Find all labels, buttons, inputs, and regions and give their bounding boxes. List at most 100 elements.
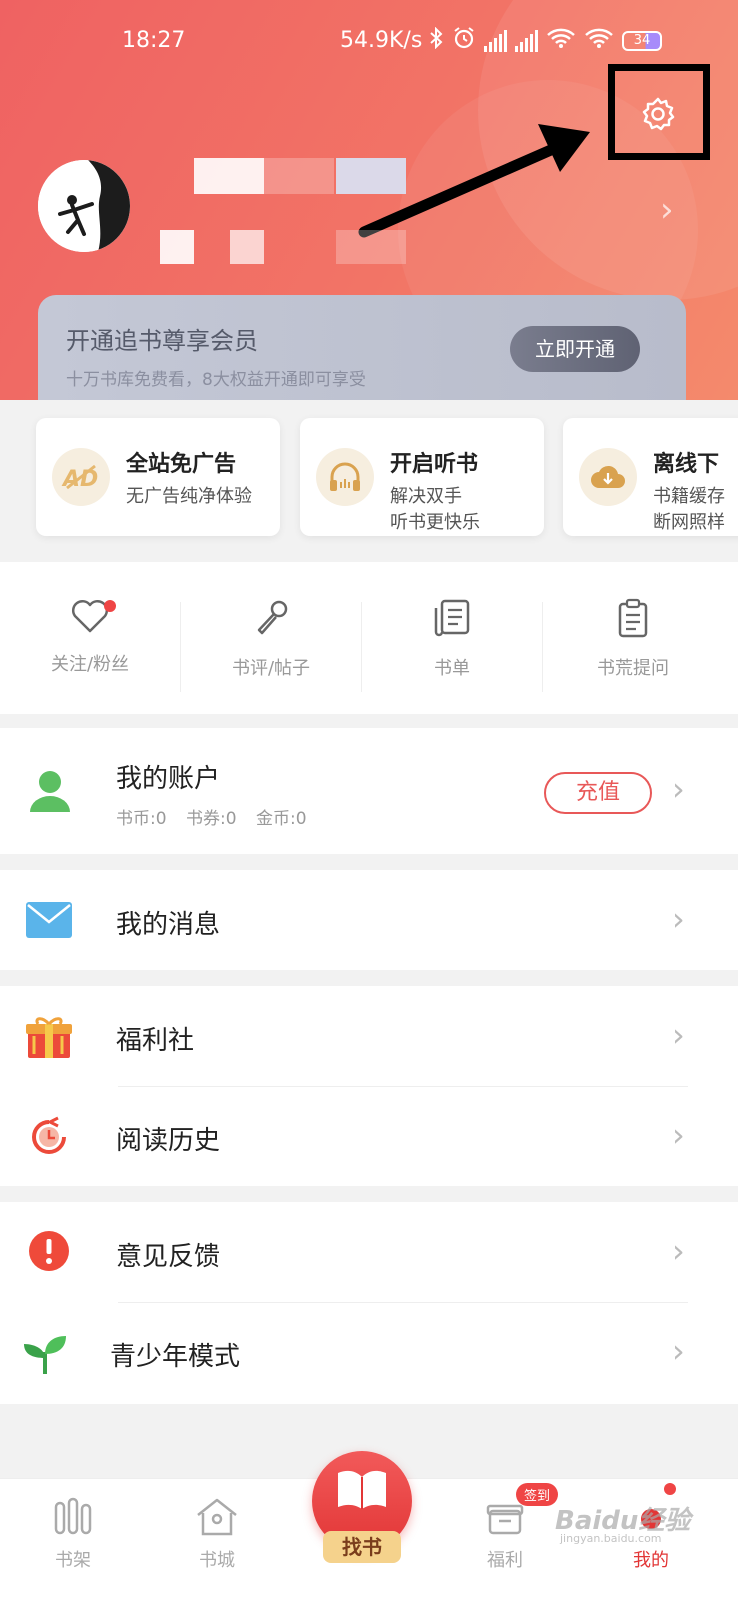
clipboard-icon — [613, 598, 653, 642]
avatar[interactable] — [38, 160, 130, 252]
signal-icon — [515, 30, 538, 52]
feature-desc-line: 断网照样 — [653, 512, 725, 533]
status-bar: 18:27 54.9K/s 34 — [0, 20, 738, 64]
tab-bookstore[interactable]: 书城 — [172, 1497, 262, 1572]
quick-link-booklist[interactable]: 书单 — [362, 598, 542, 680]
chevron-right-icon: › — [672, 770, 685, 808]
history-row[interactable]: 阅读历史 › — [0, 1086, 738, 1186]
quick-link-label: 书单 — [434, 658, 470, 679]
status-icons: 34 — [428, 26, 662, 56]
account-coins: 书币:0 — [116, 809, 167, 829]
quick-link-reviews[interactable]: 书评/帖子 — [181, 598, 361, 680]
ad-free-icon: AD — [52, 448, 110, 506]
username-blurred — [264, 158, 334, 194]
tab-label: 我的 — [633, 1550, 669, 1571]
teen-mode-row[interactable]: 青少年模式 › — [0, 1302, 738, 1402]
battery-indicator: 34 — [622, 31, 662, 51]
account-gold: 金币:0 — [256, 809, 307, 829]
quick-link-label: 关注/粉丝 — [50, 654, 130, 675]
feature-title: 全站免广告 — [126, 452, 237, 477]
alarm-icon — [452, 26, 476, 56]
heart-icon — [70, 600, 110, 638]
baidu-watermark-url: jingyan.baidu.com — [560, 1532, 662, 1545]
headphones-icon — [316, 448, 374, 506]
welfare-history-card: 福利社 › 阅读历史 › — [0, 986, 738, 1186]
home-icon — [194, 1498, 240, 1542]
sign-in-badge: 签到 — [516, 1483, 559, 1506]
chevron-right-icon: › — [672, 1016, 685, 1054]
user-info-blurred — [230, 230, 264, 264]
quick-link-label: 书评/帖子 — [231, 658, 311, 679]
vip-title: 开通追书尊享会员 — [66, 327, 258, 355]
feature-desc-line: 听书更快乐 — [390, 512, 480, 533]
feedback-teen-card: 意见反馈 › 青少年模式 › — [0, 1202, 738, 1404]
signal-icon — [484, 30, 507, 52]
tab-label: 福利 — [487, 1550, 523, 1571]
feature-desc: 书籍缓存 断网照样 — [653, 484, 725, 536]
status-time: 18:27 — [122, 28, 186, 53]
history-clock-icon — [28, 1116, 70, 1162]
menu-label: 福利社 — [116, 1026, 195, 1056]
bookshelf-icon — [52, 1497, 94, 1542]
user-info-blurred — [160, 230, 194, 264]
feature-desc-line: 解决双手 — [390, 486, 462, 507]
account-title: 我的账户 — [116, 764, 221, 794]
menu-label: 意见反馈 — [116, 1242, 221, 1272]
messages-row[interactable]: 我的消息 › — [0, 870, 738, 970]
user-icon — [28, 768, 72, 816]
quick-link-follow[interactable]: 关注/粉丝 — [0, 598, 180, 676]
account-vouchers: 书券:0 — [186, 809, 237, 829]
book-list-icon — [432, 599, 472, 642]
network-speed: 54.9K/s — [340, 28, 423, 53]
feature-desc-line: 书籍缓存 — [653, 486, 725, 507]
gift-icon — [485, 1504, 525, 1542]
user-info-blurred — [336, 230, 406, 264]
mail-icon — [26, 902, 72, 942]
username-blurred — [194, 158, 264, 194]
account-card[interactable]: 我的账户 书币:0 书券:0 金币:0 充值 › — [0, 728, 738, 854]
tab-label: 书架 — [55, 1550, 91, 1571]
feature-card-offline[interactable]: 离线下 书籍缓存 断网照样 — [563, 418, 738, 536]
feature-card-audiobook[interactable]: 开启听书 解决双手 听书更快乐 — [300, 418, 544, 536]
quick-link-label: 书荒提问 — [597, 658, 669, 679]
menu-label: 阅读历史 — [116, 1126, 221, 1156]
quick-links: 关注/粉丝 书评/帖子 书单 书荒提问 — [0, 562, 738, 714]
notification-dot — [104, 600, 116, 612]
microphone-icon — [251, 600, 291, 642]
feature-title: 开启听书 — [390, 452, 479, 477]
chevron-right-icon: › — [672, 1232, 685, 1270]
quick-link-ask[interactable]: 书荒提问 — [543, 598, 723, 680]
chevron-right-icon: › — [672, 1116, 685, 1154]
cloud-download-icon — [579, 448, 637, 506]
feedback-row[interactable]: 意见反馈 › — [0, 1202, 738, 1302]
tab-bookshelf[interactable]: 书架 — [28, 1497, 118, 1572]
feature-desc: 无广告纯净体验 — [126, 486, 252, 507]
notification-dot — [664, 1483, 676, 1495]
menu-label: 青少年模式 — [110, 1342, 241, 1372]
settings-gear-icon[interactable] — [640, 96, 676, 132]
wifi-icon — [584, 27, 614, 55]
profile-chevron-icon[interactable]: › — [660, 190, 674, 230]
alert-icon — [28, 1230, 70, 1276]
open-book-icon — [338, 1470, 386, 1509]
find-book-label: 找书 — [323, 1531, 401, 1563]
tab-welfare[interactable]: 福利 — [460, 1497, 550, 1572]
feature-cards: AD 全站免广告 无广告纯净体验 开启听书 解决双手 听书更快乐 离线下 书籍缓… — [0, 400, 738, 546]
vip-open-button[interactable]: 立即开通 — [510, 326, 640, 372]
feature-card-ad-free[interactable]: AD 全站免广告 无广告纯净体验 — [36, 418, 280, 536]
username-blurred — [336, 158, 406, 194]
vip-banner[interactable]: 开通追书尊享会员 十万书库免费看，8大权益开通即可享受 立即开通 — [38, 295, 686, 400]
vip-subtitle: 十万书库免费看，8大权益开通即可享受 — [66, 370, 366, 390]
gift-box-icon — [26, 1014, 72, 1064]
wifi-icon — [546, 27, 576, 55]
feature-desc: 解决双手 听书更快乐 — [390, 484, 480, 536]
chevron-right-icon: › — [672, 1332, 685, 1370]
recharge-button[interactable]: 充值 — [544, 772, 652, 814]
tab-label: 书城 — [199, 1550, 235, 1571]
chevron-right-icon: › — [672, 900, 685, 938]
sprout-icon — [22, 1332, 68, 1380]
welfare-row[interactable]: 福利社 › — [0, 986, 738, 1086]
bluetooth-icon — [428, 26, 444, 55]
profile-header: 18:27 54.9K/s 34 › 开通追书尊享会员 十万书库免费看，8大权益… — [0, 0, 738, 400]
feature-title: 离线下 — [653, 452, 720, 477]
